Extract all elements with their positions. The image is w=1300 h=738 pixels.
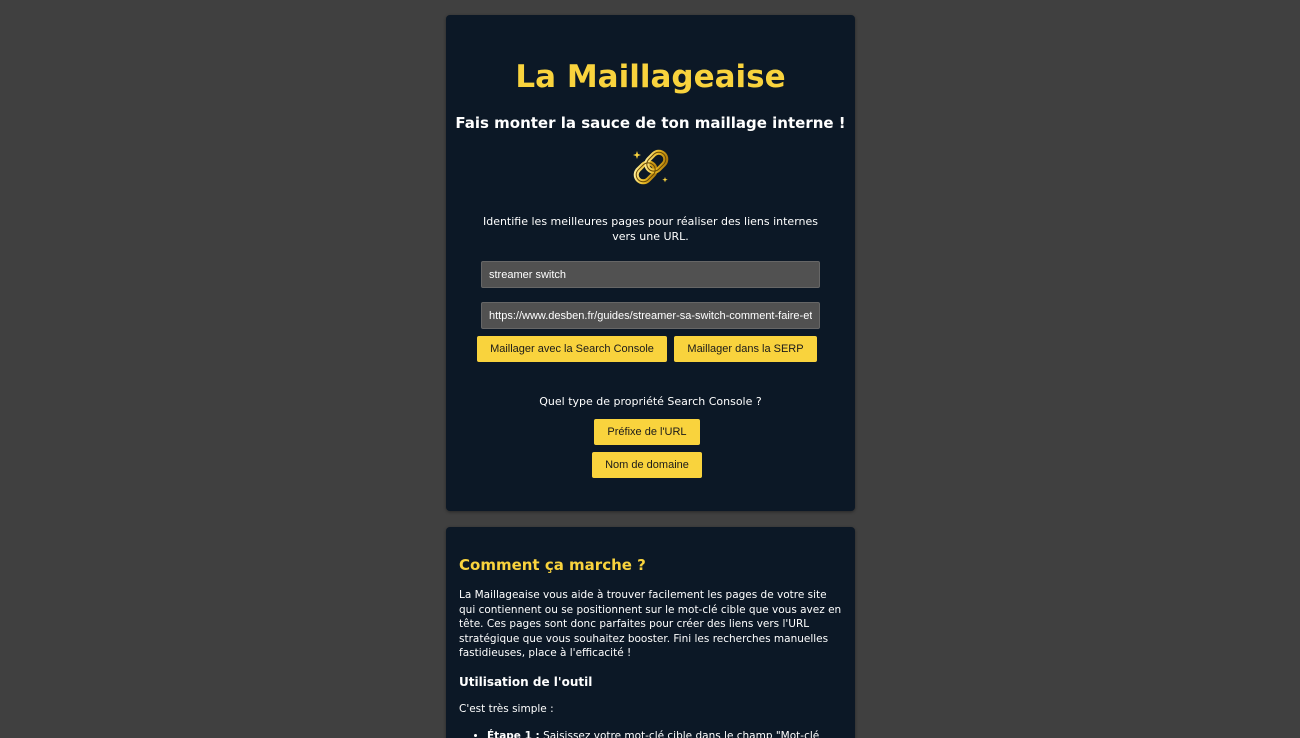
how-it-works-intro: La Maillageaise vous aide à trouver faci… [459, 589, 842, 659]
how-it-works-card: Comment ça marche ? La Maillageaise vous… [446, 527, 855, 738]
domain-name-button[interactable]: Nom de domaine [592, 452, 702, 478]
usage-intro: C'est très simple : [459, 702, 554, 715]
step-label: Étape 1 : [487, 730, 540, 738]
list-item: Étape 1 : Saisissez votre mot-clé cible … [487, 729, 842, 738]
property-type-question: Quel type de propriété Search Console ? [539, 395, 762, 408]
page: La Maillageaise Fais monter la sauce de … [0, 0, 1300, 738]
tool-description: Identifie les meilleures pages pour réal… [482, 215, 819, 243]
keyword-input[interactable] [481, 261, 820, 288]
gold-chain-link-icon [633, 149, 669, 185]
how-it-works-title: Comment ça marche ? [459, 556, 646, 574]
url-prefix-button[interactable]: Préfixe de l'URL [594, 419, 700, 445]
page-title: La Maillageaise [515, 59, 786, 95]
serp-button[interactable]: Maillager dans la SERP [674, 336, 817, 362]
page-subtitle: Fais monter la sauce de ton maillage int… [455, 114, 846, 132]
target-url-input[interactable] [481, 302, 820, 329]
steps-list: Étape 1 : Saisissez votre mot-clé cible … [459, 729, 842, 738]
tool-card: La Maillageaise Fais monter la sauce de … [446, 15, 855, 511]
search-console-button[interactable]: Maillager avec la Search Console [477, 336, 667, 362]
usage-title: Utilisation de l'outil [459, 674, 593, 689]
